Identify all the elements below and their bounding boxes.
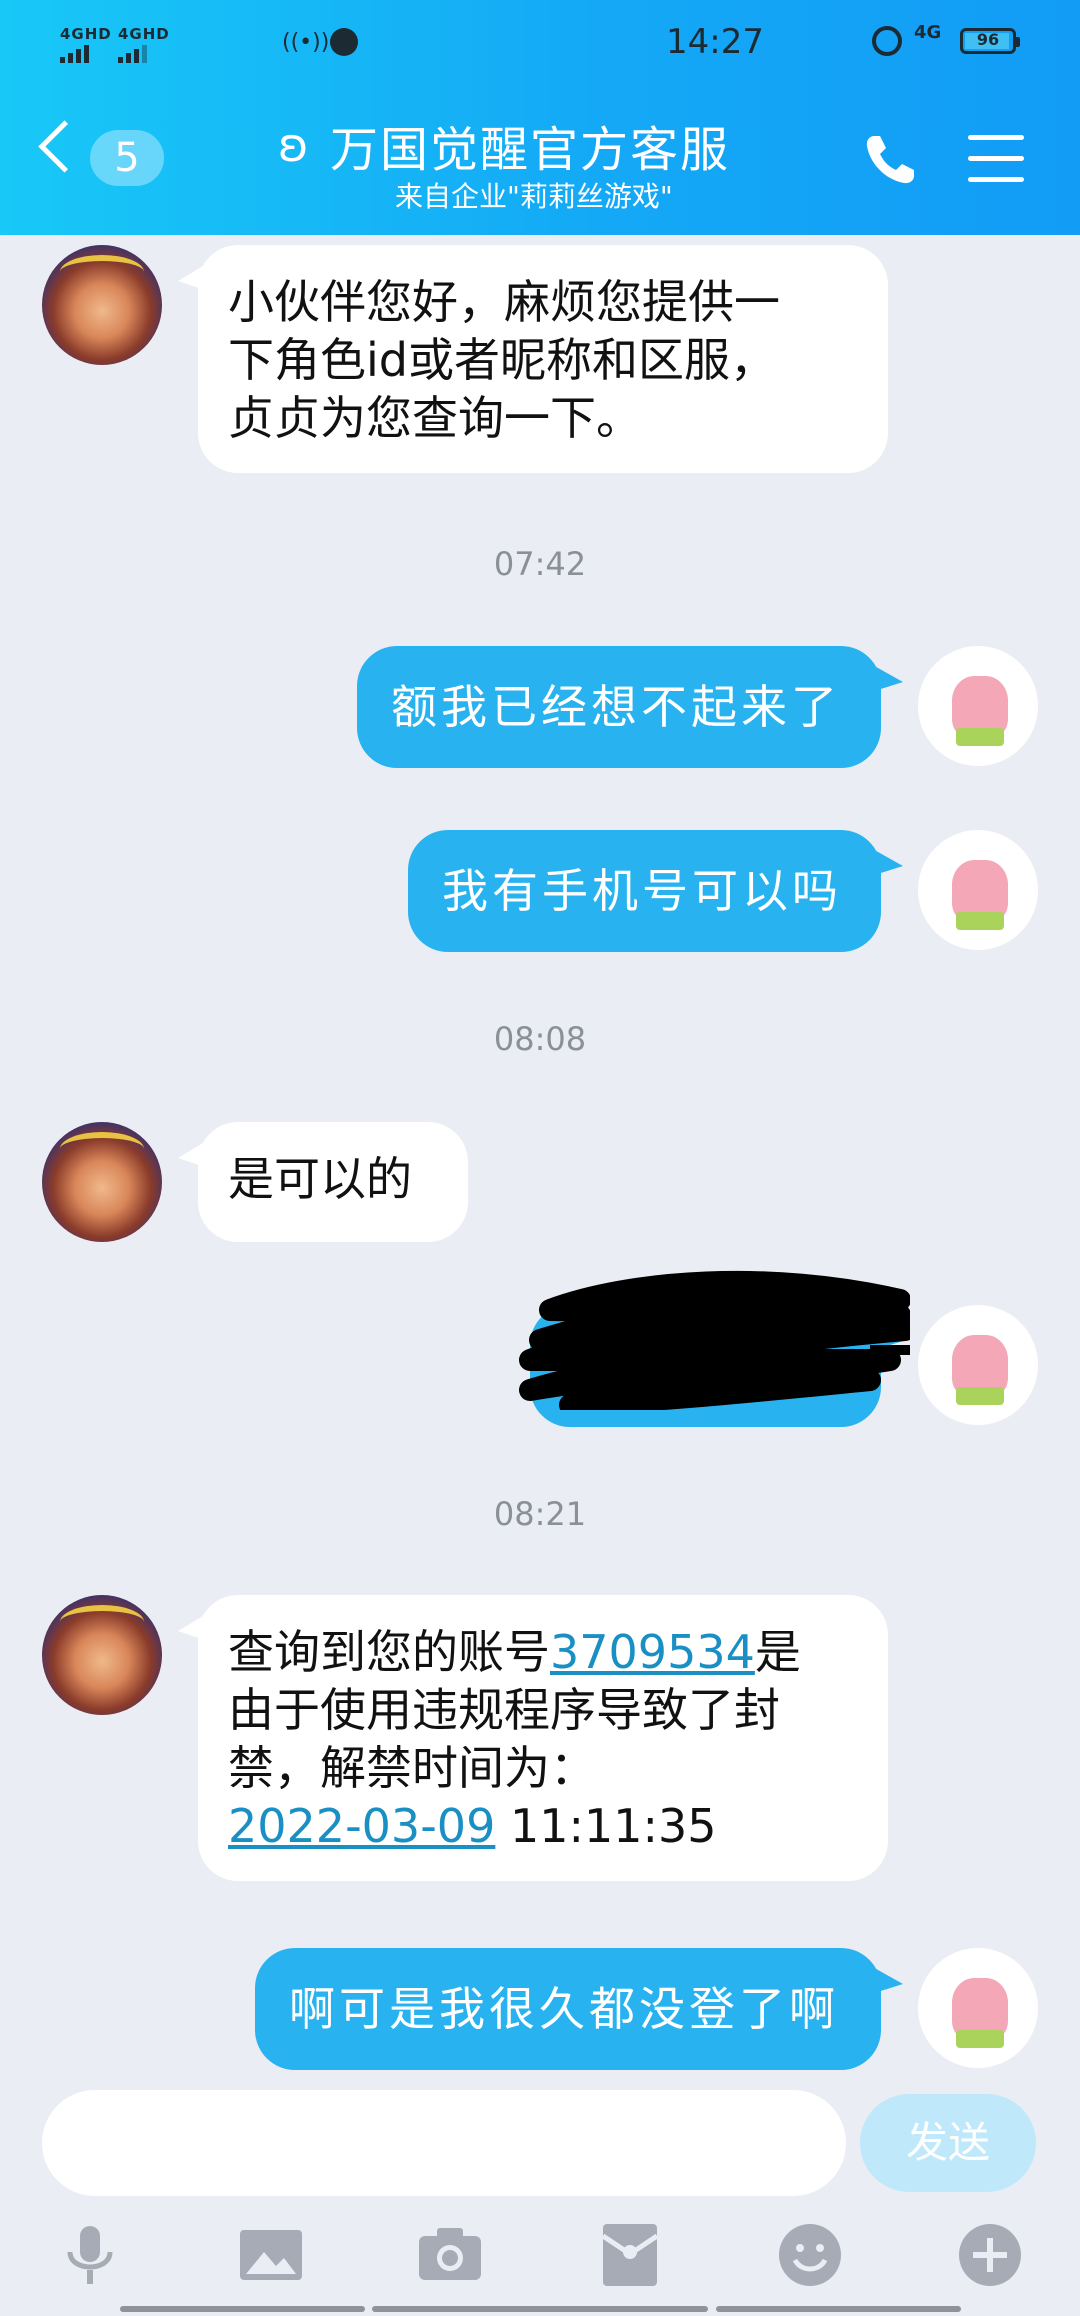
battery-level: 96 [976, 30, 1000, 49]
message-text: 禁，解禁时间为： [228, 1741, 596, 1795]
send-button[interactable]: 发送 [860, 2094, 1036, 2192]
plus-icon[interactable] [955, 2220, 1025, 2290]
message-text: 由于使用违规程序导致了封 [228, 1683, 780, 1737]
status-bar: 4GHD 4GHD 14:27 ((•)) 4G 96 [0, 22, 1080, 72]
chat-title: 万国觉醒官方客服 [330, 122, 731, 178]
message-bubble-agent[interactable]: 小伙伴您好，麻烦您提供一 下角色id或者昵称和区服， 贞贞为您查询一下。 [178, 245, 888, 473]
message-bubble-user[interactable]: 我有手机号可以吗 [408, 830, 903, 952]
camera-icon[interactable] [415, 2220, 485, 2290]
message-text: 小伙伴您好，麻烦您提供一 [228, 275, 780, 329]
menu-icon[interactable] [968, 135, 1024, 185]
red-packet-icon[interactable] [595, 2220, 665, 2290]
message-bubble-agent[interactable]: 查询到您的账号3709534是 由于使用违规程序导致了封 禁，解禁时间为： 20… [178, 1595, 888, 1881]
vpn-globe-icon [330, 28, 358, 56]
timestamp: 07:42 [493, 545, 587, 583]
chat-subtitle: 来自企业"莉莉丝游戏" [395, 180, 673, 213]
timestamp: 08:08 [493, 1020, 587, 1058]
phone-call-icon[interactable] [860, 130, 920, 190]
sim2-signal-icon: 4GHD [118, 26, 170, 63]
agent-avatar[interactable] [42, 245, 162, 365]
message-text: 下角色id或者昵称和区服， [228, 333, 776, 387]
battery-icon: 96 [960, 28, 1020, 54]
user-avatar[interactable] [918, 646, 1038, 766]
emoji-icon[interactable] [775, 2220, 845, 2290]
message-text: 是 [754, 1625, 801, 1679]
sim1-signal-icon: 4GHD [60, 26, 112, 63]
network-type: 4G [914, 22, 942, 43]
message-bubble-user[interactable]: 啊可是我很久都没登了啊 [255, 1948, 903, 2070]
message-text: 查询到您的账号 [228, 1625, 550, 1679]
date-link[interactable]: 2022-03-09 [228, 1799, 495, 1853]
message-text: 贞贞为您查询一下。 [228, 391, 642, 445]
hotspot-icon: ((•)) [282, 30, 330, 55]
nav-gesture-bar [372, 2306, 708, 2312]
message-bubble-user[interactable]: 额我已经想不起来了 [357, 646, 903, 768]
alarm-icon [872, 26, 902, 56]
message-text: 11:11:35 [495, 1799, 717, 1853]
chat-header: 4GHD 4GHD 14:27 ((•)) 4G 96 5 ʚ 万国觉醒官方客服… [0, 0, 1080, 235]
image-icon[interactable] [236, 2220, 306, 2290]
message-input[interactable] [42, 2090, 846, 2196]
user-avatar[interactable] [918, 1305, 1038, 1425]
agent-avatar[interactable] [42, 1122, 162, 1242]
message-bubble-agent[interactable]: 是可以的 [178, 1122, 468, 1242]
agent-avatar[interactable] [42, 1595, 162, 1715]
timestamp: 08:21 [493, 1495, 587, 1533]
user-avatar[interactable] [918, 1948, 1038, 2068]
account-id-link[interactable]: 3709534 [550, 1625, 755, 1679]
earpiece-mode-icon[interactable]: ʚ [278, 118, 309, 172]
user-avatar[interactable] [918, 830, 1038, 950]
message-text: 查询到您的账号3709534是 [228, 1623, 850, 1681]
redaction-scribble [519, 1270, 910, 1410]
nav-gesture-bar [120, 2306, 365, 2312]
nav-gesture-bar [716, 2306, 961, 2312]
unread-count-badge: 5 [90, 130, 164, 186]
message-text: 2022-03-09 11:11:35 [228, 1797, 850, 1855]
microphone-icon[interactable] [55, 2220, 125, 2290]
